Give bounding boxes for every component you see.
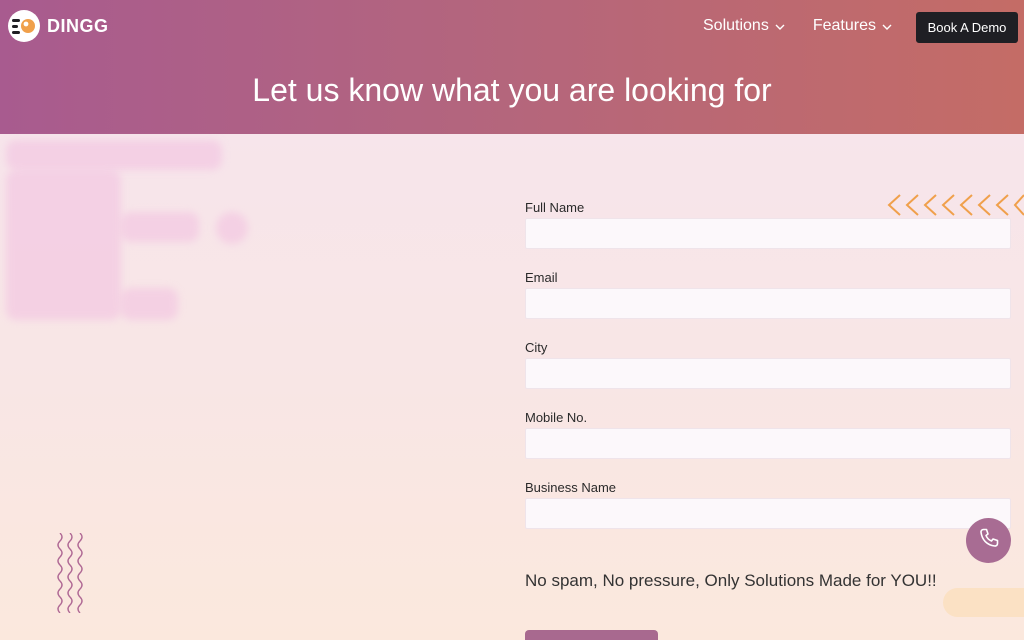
field-email: Email	[525, 270, 1011, 319]
business-name-label: Business Name	[525, 480, 617, 495]
hero-header: DINGG Solutions Features Book A Demo Let…	[0, 0, 1024, 134]
call-button[interactable]	[966, 518, 1011, 563]
nav-solutions-label: Solutions	[703, 17, 769, 34]
brand-logo[interactable]: DINGG	[8, 10, 109, 42]
nav-solutions[interactable]: Solutions	[703, 17, 785, 35]
business-name-input[interactable]	[525, 498, 1011, 529]
page-title: Let us know what you are looking for	[252, 72, 772, 108]
chevron-down-icon	[775, 17, 785, 35]
main-nav: Solutions Features	[703, 17, 892, 35]
chevron-down-icon	[882, 17, 892, 35]
mobile-input[interactable]	[525, 428, 1011, 459]
mobile-label: Mobile No.	[525, 410, 588, 425]
decorative-squiggles-icon	[57, 533, 83, 613]
dingg-logo-icon	[8, 10, 40, 42]
full-name-input[interactable]	[525, 218, 1011, 249]
brand-name: DINGG	[47, 15, 109, 36]
contact-form: Full Name Email City Mobile No. Business…	[525, 200, 1011, 550]
field-mobile: Mobile No.	[525, 410, 1011, 459]
phone-icon	[977, 526, 1001, 555]
nav-features-label: Features	[812, 17, 876, 34]
form-tagline: No spam, No pressure, Only Solutions Mad…	[525, 571, 937, 590]
city-label: City	[525, 340, 548, 355]
field-full-name: Full Name	[525, 200, 1011, 249]
chat-widget-button[interactable]	[943, 588, 1024, 617]
field-business-name: Business Name	[525, 480, 1011, 529]
email-label: Email	[525, 270, 558, 285]
nav-features[interactable]: Features	[813, 17, 892, 35]
book-demo-button[interactable]: Book A Demo	[916, 12, 1018, 43]
email-input[interactable]	[525, 288, 1011, 319]
field-city: City	[525, 340, 1011, 389]
city-input[interactable]	[525, 358, 1011, 389]
submit-button[interactable]	[525, 630, 658, 640]
full-name-label: Full Name	[525, 200, 585, 215]
